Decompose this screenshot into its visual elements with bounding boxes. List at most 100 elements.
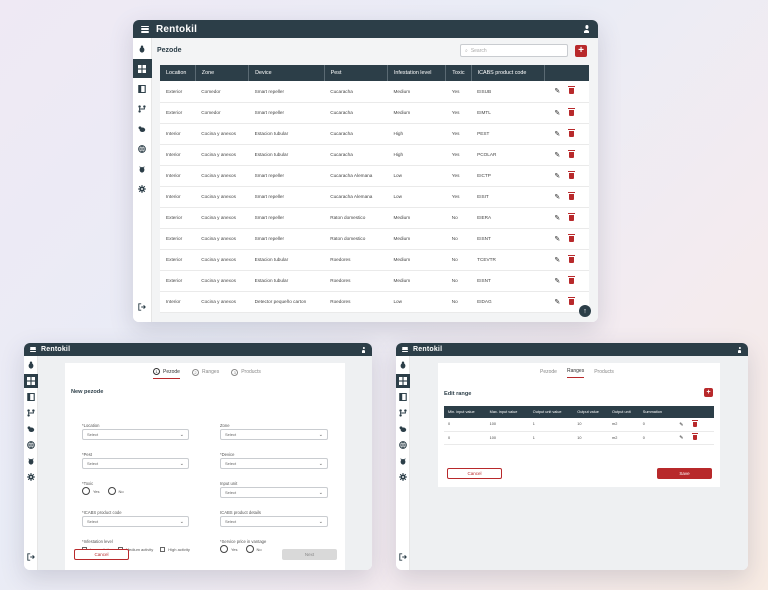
gear-icon[interactable]	[24, 470, 38, 484]
flow-icon[interactable]	[133, 99, 152, 118]
pencil-icon[interactable]: ✎	[550, 214, 564, 222]
pencil-icon[interactable]: ✎	[550, 109, 564, 117]
pencil-icon[interactable]: ✎	[550, 151, 564, 159]
trash-icon[interactable]	[564, 86, 578, 95]
user-icon[interactable]	[361, 347, 366, 353]
table-row[interactable]: Interior Cocina y anexos Detector pequeño …	[160, 291, 589, 313]
tab-products[interactable]: Products	[594, 368, 614, 378]
radio-yes[interactable]	[220, 545, 228, 553]
bug-icon[interactable]	[133, 39, 152, 58]
flow-icon[interactable]	[24, 406, 38, 420]
checkbox-high[interactable]	[160, 547, 166, 552]
radio-yes[interactable]	[82, 487, 90, 495]
table-row[interactable]: Interior Cocina y anexos Estacion tubular C…	[160, 123, 589, 145]
trash-icon[interactable]	[564, 212, 578, 221]
step-ranges[interactable]: 2 Ranges	[191, 368, 219, 379]
pencil-icon[interactable]: ✎	[550, 87, 564, 95]
pencil-icon[interactable]: ✎	[674, 435, 688, 441]
bug-icon[interactable]	[396, 358, 410, 372]
trash-icon[interactable]	[688, 433, 702, 440]
flow-icon[interactable]	[396, 406, 410, 420]
save-button[interactable]: Save	[657, 468, 712, 479]
trash-icon[interactable]	[564, 254, 578, 263]
globe-icon[interactable]	[133, 139, 152, 158]
bug-icon[interactable]	[24, 358, 38, 372]
gear-icon[interactable]	[396, 470, 410, 484]
search-input[interactable]: ⌕ Search	[460, 44, 568, 57]
step-products[interactable]: 3 Products	[231, 368, 261, 379]
table-row[interactable]: Interior Cocina y anexos Smart repeller Cuc…	[160, 186, 589, 208]
table-row[interactable]: Interior Cocina y anexos Smart repeller Cuc…	[160, 165, 589, 187]
beetle-icon[interactable]	[24, 454, 38, 468]
trash-icon[interactable]	[564, 275, 578, 284]
input-unit-select[interactable]: Select ⌄	[220, 487, 328, 498]
trash-icon[interactable]	[564, 233, 578, 242]
book-icon[interactable]	[396, 390, 410, 404]
hamburger-menu-icon[interactable]	[30, 347, 36, 352]
hamburger-menu-icon[interactable]	[402, 347, 408, 352]
cancel-button[interactable]: Cancel	[447, 468, 502, 479]
globe-icon[interactable]	[24, 438, 38, 452]
trash-icon[interactable]	[688, 419, 702, 427]
user-icon[interactable]	[737, 347, 742, 353]
book-icon[interactable]	[24, 390, 38, 404]
table-row[interactable]: Exterior Comedor Smart repeller Cucaracha Me…	[160, 102, 589, 124]
add-range-button[interactable]: +	[704, 388, 713, 397]
logout-icon[interactable]	[24, 550, 38, 564]
gear-icon[interactable]	[133, 179, 152, 198]
pencil-icon[interactable]: ✎	[674, 422, 688, 428]
icabs-details-select[interactable]: Select ⌄	[220, 516, 328, 527]
pencil-icon[interactable]: ✎	[550, 172, 564, 180]
globe-icon[interactable]	[396, 438, 410, 452]
column-header: Summation	[638, 406, 671, 418]
hamburger-menu-icon[interactable]	[141, 25, 149, 33]
icabs-code-select[interactable]: Select ⌄	[82, 516, 189, 527]
pencil-icon[interactable]: ✎	[550, 193, 564, 201]
zone-select[interactable]: Select ⌄	[220, 429, 328, 440]
rat-icon[interactable]	[133, 119, 152, 138]
tab-ranges[interactable]: Ranges	[566, 368, 585, 378]
step-pezode[interactable]: 1 Pezode	[153, 368, 180, 379]
dashboard-icon[interactable]	[133, 59, 152, 78]
table-row[interactable]: Exterior Comedor Smart repeller Cucaracha Me…	[160, 81, 589, 103]
beetle-icon[interactable]	[396, 454, 410, 468]
table-row[interactable]: Exterior Cocina y anexos Smart repeller Rat…	[160, 207, 589, 229]
search-icon: ⌕	[465, 47, 468, 54]
next-button[interactable]: Next	[282, 549, 337, 560]
user-icon[interactable]	[583, 25, 590, 33]
table-row[interactable]: Exterior Cocina y anexos Smart repeller Rat…	[160, 228, 589, 250]
pencil-icon[interactable]: ✎	[550, 256, 564, 264]
table-row[interactable]: Exterior Cocina y anexos Estacion tubular R…	[160, 249, 589, 271]
trash-icon[interactable]	[564, 149, 578, 158]
trash-icon[interactable]	[564, 170, 578, 179]
cancel-button[interactable]: Cancel	[74, 549, 129, 560]
table-row[interactable]: 0 100 1 10 m2 0 ✎	[444, 431, 714, 445]
trash-icon[interactable]	[564, 296, 578, 305]
logout-icon[interactable]	[133, 297, 152, 316]
pencil-icon[interactable]: ✎	[550, 235, 564, 243]
beetle-icon[interactable]	[133, 159, 152, 178]
dashboard-icon[interactable]	[24, 374, 38, 388]
dashboard-icon[interactable]	[396, 374, 410, 388]
trash-icon[interactable]	[564, 191, 578, 200]
radio-no[interactable]	[107, 487, 116, 495]
pencil-icon[interactable]: ✎	[550, 130, 564, 138]
logout-icon[interactable]	[396, 550, 410, 564]
pencil-icon[interactable]: ✎	[550, 298, 564, 306]
trash-icon[interactable]	[564, 107, 578, 116]
scroll-top-button[interactable]: ↑	[579, 305, 591, 317]
table-row[interactable]: 0 100 1 10 m2 0 ✎	[444, 418, 714, 432]
rat-icon[interactable]	[24, 422, 38, 436]
table-row[interactable]: Interior Cocina y anexos Estacion tubular C…	[160, 144, 589, 166]
add-pezode-button[interactable]: +	[575, 45, 587, 57]
table-row[interactable]: Exterior Cocina y anexos Estacion tubular R…	[160, 270, 589, 292]
pencil-icon[interactable]: ✎	[550, 277, 564, 285]
pest-select[interactable]: Select ⌄	[82, 458, 189, 469]
radio-no[interactable]	[245, 545, 254, 553]
device-select[interactable]: Select ⌄	[220, 458, 328, 469]
trash-icon[interactable]	[564, 128, 578, 137]
location-select[interactable]: Select ⌄	[82, 429, 189, 440]
tab-pezode[interactable]: Pezode	[540, 368, 557, 378]
rat-icon[interactable]	[396, 422, 410, 436]
book-icon[interactable]	[133, 79, 152, 98]
